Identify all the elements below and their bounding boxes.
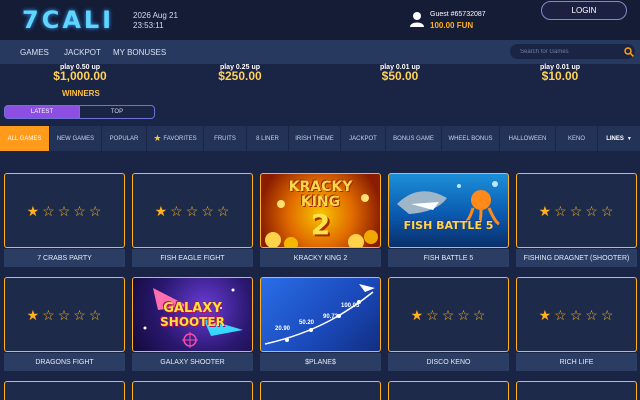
art-title-line1: GALAXY — [163, 301, 222, 316]
game-title: GALAXY SHOOTER — [132, 353, 253, 371]
plane-value: 90.73 — [323, 314, 339, 320]
game-card-partial[interactable] — [132, 381, 253, 400]
art-title: FISH BATTLE 5 — [403, 219, 494, 232]
cat-wheel-bonus[interactable]: WHEEL BONUS — [442, 126, 500, 151]
winners-title: WINNERS — [62, 89, 100, 98]
jackpot-value: $250.00 — [218, 69, 262, 83]
rating-stars: ★☆☆☆☆ — [26, 203, 105, 219]
jackpot-3: play 0.01 up $50.00 — [365, 64, 435, 82]
art-title-line3: 2 — [310, 208, 331, 241]
rating-stars: ★☆☆☆☆ — [538, 307, 617, 323]
tab-latest[interactable]: LATEST — [4, 105, 80, 119]
cat-lines-dropdown[interactable]: LINES ▼ — [598, 126, 640, 151]
game-thumbnail: GALAXY SHOOTER — [132, 277, 253, 352]
nav-games[interactable]: GAMES — [20, 48, 49, 57]
cat-8-liner[interactable]: 8 LINER — [247, 126, 289, 151]
game-thumbnail: ★☆☆☆☆ — [4, 173, 125, 248]
cat-jackpot[interactable]: JACKPOT — [341, 126, 386, 151]
rating-stars: ★☆☆☆☆ — [26, 307, 105, 323]
plane-value: 100.05 — [341, 303, 360, 309]
game-thumbnail: KRACKY KING 2 — [260, 173, 381, 248]
game-title: FISHING DRAGNET (SHOOTER) — [516, 249, 637, 267]
guest-id: Guest #65732087 — [430, 11, 486, 18]
game-title: DISCO KENO — [388, 353, 509, 371]
main-nav: GAMES JACKPOT MY BONUSES — [0, 40, 640, 64]
cat-bonus-game[interactable]: BONUS GAME — [386, 126, 442, 151]
paper-plane-icon — [359, 284, 375, 292]
rating-stars: ★☆☆☆☆ — [154, 203, 233, 219]
art-title-line2: SHOOTER — [160, 315, 225, 329]
cat-all-games[interactable]: ALL GAMES — [0, 126, 50, 151]
cat-new-games[interactable]: NEW GAMES — [50, 126, 102, 151]
game-title: $PLANE$ — [260, 353, 381, 371]
nav-my-bonuses[interactable]: MY BONUSES — [113, 48, 166, 57]
game-thumbnail: ★☆☆☆☆ — [516, 277, 637, 352]
search-box — [510, 44, 635, 59]
game-thumbnail: 20.90 50.20 90.73 100.05 — [260, 277, 381, 352]
jackpot-value: $1,000.00 — [53, 69, 107, 83]
cat-irish-theme[interactable]: IRISH THEME — [289, 126, 341, 151]
jackpot-strip: play 0.50 up $1,000.00 play 0.25 up $250… — [0, 64, 640, 82]
user-icon — [410, 12, 424, 27]
nav-jackpot[interactable]: JACKPOT — [64, 48, 101, 57]
cat-favorites[interactable]: ★ FAVORITES — [147, 126, 204, 151]
game-thumbnail: ★☆☆☆☆ — [516, 173, 637, 248]
search-input[interactable] — [520, 46, 615, 57]
search-icon[interactable] — [624, 47, 634, 57]
cat-fruits[interactable]: FRUITS — [204, 126, 247, 151]
login-button[interactable]: LOGIN — [541, 1, 627, 20]
top-header: 7CALI 2026 Aug 21 23:53:11 Guest #657320… — [0, 0, 640, 40]
current-time: 23:53:11 — [133, 21, 164, 30]
game-card-partial[interactable] — [388, 381, 509, 400]
rising-curve-art — [264, 284, 375, 345]
tab-top[interactable]: TOP — [80, 105, 155, 119]
cat-keno[interactable]: KENO — [556, 126, 598, 151]
game-card-partial[interactable] — [4, 381, 125, 400]
category-bar: ALL GAMES NEW GAMES POPULAR ★ FAVORITES F… — [0, 126, 640, 151]
fun-balance: 100.00 FUN — [430, 21, 474, 30]
site-logo[interactable]: 7CALI — [22, 6, 114, 34]
cat-halloween[interactable]: HALLOWEEN — [500, 126, 556, 151]
rating-stars: ★☆☆☆☆ — [410, 307, 489, 323]
plane-value: 20.90 — [275, 326, 291, 332]
game-thumbnail: ★☆☆☆☆ — [388, 277, 509, 352]
jackpot-4: play 0.01 up $10.00 — [525, 64, 595, 82]
current-date: 2026 Aug 21 — [133, 11, 178, 20]
plane-value: 50.20 — [299, 320, 315, 326]
game-title: RICH LIFE — [516, 353, 637, 371]
jackpot-value: $10.00 — [541, 69, 579, 83]
jackpot-value: $50.00 — [381, 69, 419, 83]
game-thumbnail: ★☆☆☆☆ — [132, 173, 253, 248]
game-thumbnail: ★☆☆☆☆ — [4, 277, 125, 352]
game-thumbnail: FISH BATTLE 5 — [388, 173, 509, 248]
chevron-down-icon: ▼ — [626, 135, 632, 142]
game-title: FISH BATTLE 5 — [388, 249, 509, 267]
game-title: DRAGONS FIGHT — [4, 353, 125, 371]
game-title: KRACKY KING 2 — [260, 249, 381, 267]
cat-lines-label: LINES — [606, 135, 624, 142]
cat-favorites-label: FAVORITES — [163, 135, 197, 142]
game-title: 7 CRABS PARTY — [4, 249, 125, 267]
game-title: FISH EAGLE FIGHT — [132, 249, 253, 267]
game-card-partial[interactable] — [260, 381, 381, 400]
cat-popular[interactable]: POPULAR — [102, 126, 147, 151]
art-title-line1: KRACKY — [288, 179, 353, 195]
jackpot-2: play 0.25 up $250.00 — [205, 64, 275, 82]
shark-art — [397, 181, 500, 230]
date-time: 2026 Aug 21 23:53:11 — [133, 11, 178, 31]
jackpot-1: play 0.50 up $1,000.00 — [45, 64, 115, 82]
rating-stars: ★☆☆☆☆ — [538, 203, 617, 219]
game-card-partial[interactable] — [516, 381, 637, 400]
star-icon: ★ — [153, 133, 162, 143]
